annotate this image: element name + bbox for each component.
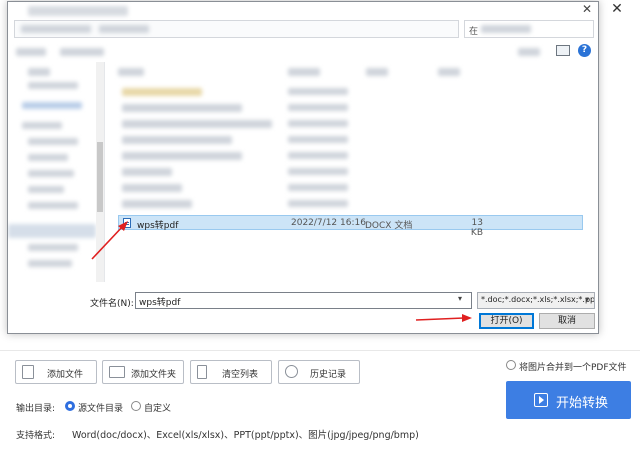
column-header-name-blurred[interactable] [118,68,144,76]
source-dir-label: 源文件目录 [78,404,124,414]
start-convert-label: 开始转换 [556,396,609,411]
clock-icon [285,365,298,378]
merge-pdf-label: 将图片合并到一个PDF文件 [519,363,627,373]
custom-dir-radio[interactable] [131,401,141,411]
list-item-blurred [288,88,348,95]
nav-item-blurred[interactable] [28,68,50,76]
dialog-close-icon[interactable]: ✕ [576,3,598,17]
file-list[interactable]: wps转pdf 2022/7/12 16:16 DOCX 文档 13 KB [108,62,598,282]
organize-button-blurred[interactable] [16,48,46,56]
new-folder-button-blurred[interactable] [60,48,104,56]
dialog-toolbar: ? [8,42,598,62]
nav-scroll-thumb[interactable] [97,142,103,212]
add-folder-button[interactable]: 添加文件夹 [102,360,184,384]
source-dir-radio[interactable] [65,401,75,411]
custom-dir-label: 自定义 [144,404,172,414]
search-placeholder-blurred [481,25,531,33]
add-folder-label: 添加文件夹 [131,370,177,380]
filename-value: wps转pdf [139,298,181,308]
history-button[interactable]: 历史记录 [278,360,360,384]
address-path-blurred [99,25,149,33]
list-item-blurred [288,152,348,159]
file-type-filter[interactable]: *.doc;*.docx;*.xls;*.xlsx;*.ppt;* ▾ [477,292,595,309]
list-item-blurred [288,200,348,207]
cancel-button[interactable]: 取消 [539,313,595,329]
add-folder-icon [109,366,125,378]
view-options-blurred[interactable] [518,48,540,56]
clear-list-button[interactable]: 清空列表 [190,360,272,384]
play-icon [534,393,548,407]
list-item-blurred [288,136,348,143]
divider [0,350,640,351]
list-item-blurred[interactable] [122,104,242,112]
formats-value: Word(doc/docx)、Excel(xls/xlsx)、PPT(ppt/p… [72,430,419,441]
file-date: 2022/7/12 16:16 [291,218,366,228]
converter-app: — ✕ ✕ 在 ? [0,0,640,453]
file-size: 13 KB [470,218,483,238]
nav-item-blurred[interactable] [28,244,78,251]
add-file-icon [22,365,34,379]
list-item-blurred [288,184,348,191]
merge-pdf-radio[interactable] [506,360,516,370]
nav-item-selected-blurred[interactable] [8,224,96,238]
filename-label: 文件名(N): [90,299,134,309]
annotation-arrow-icon [415,314,472,322]
help-icon[interactable]: ? [578,44,591,57]
list-item-blurred [288,168,348,175]
nav-item-blurred[interactable] [28,186,64,193]
search-prefix: 在 [469,27,479,37]
history-label: 历史记录 [310,370,347,380]
open-file-dialog: ✕ 在 ? wps转pdf 2022/7/12 16:16 DOCX 文档 13… [7,1,599,334]
nav-item-blurred[interactable] [22,102,82,109]
file-name: wps转pdf [137,221,179,231]
list-item-blurred[interactable] [122,184,182,192]
annotation-arrow-icon [91,221,128,260]
open-button[interactable]: 打开(O) [479,313,534,329]
file-type: DOCX 文档 [365,221,413,231]
nav-item-blurred[interactable] [28,138,78,145]
address-bar[interactable] [14,20,459,38]
file-type-filter-value: *.doc;*.docx;*.xls;*.xlsx;*.ppt;* [481,295,595,304]
clear-list-label: 清空列表 [222,370,259,380]
search-input[interactable]: 在 [464,20,594,38]
add-file-button[interactable]: 添加文件 [15,360,97,384]
list-item-blurred[interactable] [122,168,172,176]
filename-input[interactable]: wps转pdf ▾ [135,292,472,309]
nav-item-blurred[interactable] [28,82,78,89]
nav-item-blurred[interactable] [28,170,74,177]
column-header-date-blurred[interactable] [288,68,320,76]
nav-item-blurred[interactable] [28,260,72,267]
list-item-blurred[interactable] [122,136,232,144]
address-path-blurred [21,25,91,33]
list-item-blurred[interactable] [122,88,202,96]
column-header-size-blurred[interactable] [438,68,460,76]
list-item-blurred [288,104,348,111]
start-convert-button[interactable]: 开始转换 [506,381,631,419]
formats-label: 支持格式: [16,431,56,441]
chevron-down-icon[interactable]: ▾ [458,294,462,303]
add-file-label: 添加文件 [47,370,84,380]
list-item-blurred[interactable] [122,120,272,128]
app-close-icon[interactable]: ✕ [606,2,628,18]
output-dir-label: 输出目录: [16,404,56,414]
chevron-down-icon[interactable]: ▾ [585,295,589,304]
list-item-blurred [288,120,348,127]
nav-item-blurred[interactable] [28,154,68,161]
trash-icon [197,365,207,379]
column-header-type-blurred[interactable] [366,68,388,76]
preview-pane-icon[interactable] [556,45,570,56]
list-item-selected[interactable]: wps转pdf 2022/7/12 16:16 DOCX 文档 13 KB [118,215,583,238]
list-item-blurred[interactable] [122,200,192,208]
dialog-title-blurred [28,6,128,16]
list-item-blurred[interactable] [122,152,242,160]
nav-item-blurred[interactable] [28,202,78,209]
nav-item-blurred[interactable] [22,122,62,129]
